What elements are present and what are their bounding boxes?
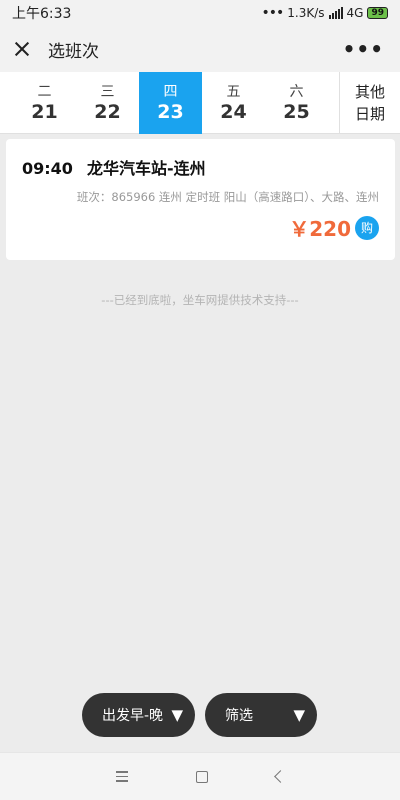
filter-label: 筛选	[225, 708, 253, 724]
filter-button[interactable]: 筛选 ▼	[205, 693, 317, 737]
home-icon[interactable]	[195, 770, 208, 783]
date-weekday: 五	[226, 84, 241, 100]
menu-icon[interactable]	[115, 771, 128, 782]
buy-button[interactable]: 购	[355, 215, 379, 240]
other-date-line1: 其他	[354, 82, 385, 101]
trip-card[interactable]: 09:40 龙华汽车站-连州 班次：865966 连州 定时班 阳山（高速路口）…	[6, 139, 395, 260]
dropdown-arrow-icon: ▼	[293, 706, 305, 724]
status-bar: 上午6:33 ••• 1.3K/s 4G 99	[0, 0, 400, 26]
date-day: 24	[220, 101, 247, 123]
date-day: 25	[283, 101, 310, 123]
page-title: 选班次	[48, 41, 99, 62]
date-weekday: 四	[163, 84, 178, 100]
date-list: 二 21 三 22 四 23 五 24 六 25	[0, 72, 328, 134]
date-day: 21	[31, 101, 58, 123]
date-item-21[interactable]: 二 21	[13, 72, 76, 134]
dots-icon: •••	[261, 5, 285, 21]
departure-sort-button[interactable]: 出发早-晚 ▼	[82, 693, 195, 737]
trip-detail: 班次：865966 连州 定时班 阳山（高速路口）、大路、连州	[76, 190, 379, 204]
trip-departure-time: 09:40	[22, 159, 73, 178]
battery-icon: 99	[367, 7, 388, 19]
dropdown-arrow-icon: ▼	[171, 706, 183, 724]
trip-route: 龙华汽车站-连州	[86, 159, 206, 178]
status-right: ••• 1.3K/s 4G 99	[261, 5, 388, 21]
trip-header: 09:40 龙华汽车站-连州	[22, 155, 379, 179]
date-weekday: 三	[100, 84, 115, 100]
signal-icon	[328, 7, 343, 19]
network-speed: 1.3K/s	[287, 6, 325, 20]
departure-sort-label: 出发早-晚	[102, 708, 164, 724]
date-item-24[interactable]: 五 24	[202, 72, 265, 134]
system-nav-bar	[0, 752, 400, 800]
date-item-25[interactable]: 六 25	[265, 72, 328, 134]
status-time: 上午6:33	[12, 6, 72, 22]
other-date-button[interactable]: 其他 日期	[339, 72, 400, 133]
date-weekday: 六	[289, 84, 304, 100]
date-weekday: 二	[37, 84, 52, 100]
back-icon[interactable]	[273, 770, 287, 783]
date-item-23[interactable]: 四 23	[139, 72, 202, 134]
other-date-line2: 日期	[354, 104, 385, 123]
trip-price: ￥220	[289, 217, 351, 241]
date-selector: 二 21 三 22 四 23 五 24 六 25 其他 日期	[0, 72, 400, 134]
more-options-icon[interactable]: •••	[339, 37, 388, 61]
date-item-22[interactable]: 三 22	[76, 72, 139, 134]
network-type: 4G	[346, 6, 364, 20]
trip-price-row: ￥220 购	[289, 213, 379, 242]
title-bar: 选班次 •••	[0, 26, 400, 72]
date-day: 23	[157, 101, 184, 123]
date-day: 22	[94, 101, 121, 123]
close-icon[interactable]	[12, 39, 32, 59]
end-of-list-note: ---已经到底啦，坐车网提供技术支持---	[101, 293, 299, 307]
